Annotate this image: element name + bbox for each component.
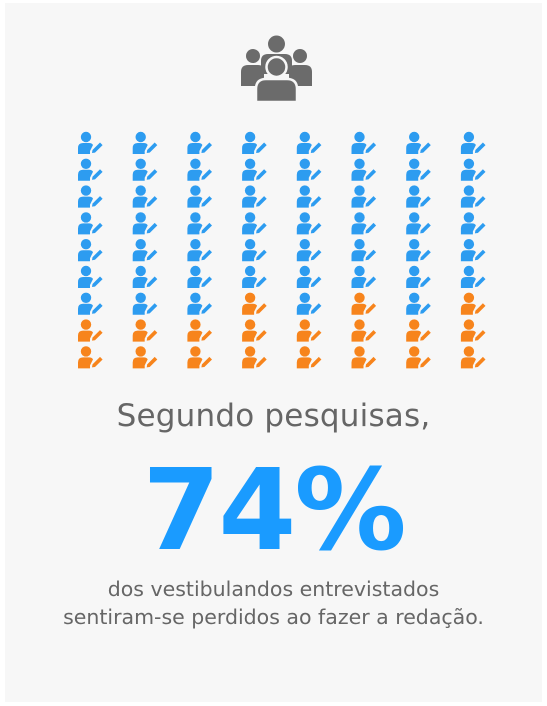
person-icon-other	[406, 346, 431, 369]
person-icon-highlighted	[242, 239, 267, 262]
person-icon-other	[406, 319, 431, 342]
person-icon-other	[132, 346, 158, 369]
person-icon-highlighted	[406, 185, 431, 208]
person-icon-other	[351, 319, 377, 342]
person-icon-highlighted	[132, 131, 158, 154]
person-icon-highlighted	[406, 239, 431, 262]
person-icon-highlighted	[351, 265, 377, 288]
person-icon-highlighted	[406, 158, 431, 181]
person-icon-highlighted	[460, 212, 486, 235]
person-icon-highlighted	[132, 239, 158, 262]
person-icon-highlighted	[242, 265, 267, 288]
person-icon-highlighted	[187, 212, 212, 235]
person-icon-highlighted	[460, 185, 486, 208]
person-icon-highlighted	[296, 265, 322, 288]
person-icon-highlighted	[242, 158, 267, 181]
person-icon-highlighted	[406, 292, 431, 315]
people-grid	[78, 131, 486, 369]
person-icon-highlighted	[296, 212, 322, 235]
person-icon-highlighted	[460, 265, 486, 288]
person-icon-other	[78, 319, 103, 342]
person-icon-highlighted	[351, 185, 377, 208]
person-icon-other	[460, 319, 486, 342]
person-icon-other	[78, 346, 103, 369]
person-icon-other	[132, 319, 158, 342]
person-icon-highlighted	[406, 131, 431, 154]
person-icon-highlighted	[296, 185, 322, 208]
person-icon-highlighted	[187, 292, 212, 315]
person-icon-highlighted	[296, 292, 322, 315]
person-icon-highlighted	[78, 131, 103, 154]
person-icon-highlighted	[132, 158, 158, 181]
person-icon-highlighted	[78, 212, 103, 235]
person-icon-highlighted	[351, 239, 377, 262]
person-icon-highlighted	[78, 239, 103, 262]
person-icon-highlighted	[351, 212, 377, 235]
person-icon-highlighted	[78, 292, 103, 315]
person-icon-other	[351, 346, 377, 369]
person-icon-other	[242, 319, 267, 342]
person-icon-highlighted	[406, 265, 431, 288]
person-icon-highlighted	[78, 265, 103, 288]
person-icon-highlighted	[296, 239, 322, 262]
person-icon-highlighted	[406, 212, 431, 235]
person-icon-other	[242, 292, 267, 315]
person-icon-highlighted	[78, 185, 103, 208]
person-icon-highlighted	[296, 131, 322, 154]
person-icon-highlighted	[351, 158, 377, 181]
person-icon-highlighted	[187, 131, 212, 154]
person-icon-other	[187, 346, 212, 369]
person-icon-highlighted	[132, 212, 158, 235]
person-icon-highlighted	[351, 131, 377, 154]
person-icon-highlighted	[187, 185, 212, 208]
heading-text: Segundo pesquisas,	[116, 398, 431, 434]
person-icon-highlighted	[187, 265, 212, 288]
person-icon-highlighted	[460, 158, 486, 181]
person-icon-highlighted	[242, 185, 267, 208]
person-icon-highlighted	[296, 158, 322, 181]
person-icon-other	[460, 292, 486, 315]
person-icon-other	[460, 346, 486, 369]
person-icon-highlighted	[78, 158, 103, 181]
person-icon-other	[351, 292, 377, 315]
person-icon-other	[296, 319, 322, 342]
person-icon-highlighted	[242, 212, 267, 235]
person-icon-other	[187, 319, 212, 342]
person-icon-highlighted	[132, 265, 158, 288]
person-icon-highlighted	[460, 239, 486, 262]
person-icon-highlighted	[187, 239, 212, 262]
description-text: dos vestibulandos entrevistados sentiram…	[63, 577, 484, 629]
person-icon-other	[296, 346, 322, 369]
percentage-value: 74%	[142, 446, 406, 576]
infographic-card: Segundo pesquisas, 74% dos vestibulandos…	[5, 3, 542, 702]
person-icon-highlighted	[132, 292, 158, 315]
person-icon-other	[242, 346, 267, 369]
person-icon-highlighted	[132, 185, 158, 208]
person-icon-highlighted	[187, 158, 212, 181]
person-icon-highlighted	[460, 131, 486, 154]
person-icon-highlighted	[242, 131, 267, 154]
